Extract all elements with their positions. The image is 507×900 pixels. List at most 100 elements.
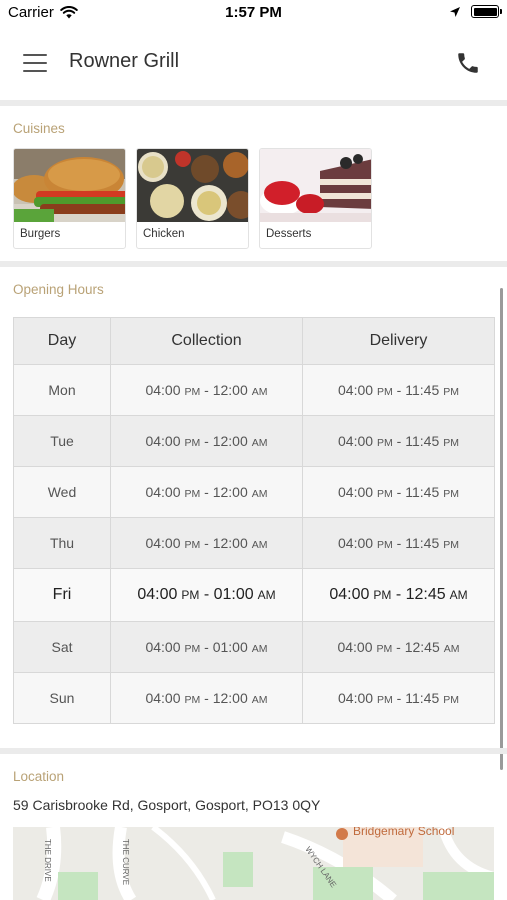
time-period: AM bbox=[449, 588, 468, 602]
map-label-road: THE CURVE bbox=[121, 839, 130, 885]
cuisine-label: Burgers bbox=[20, 228, 61, 240]
collection-hours-cell: 04:00 PM - 12:00 AM bbox=[110, 364, 303, 416]
time-period: PM bbox=[377, 437, 393, 449]
time-period: PM bbox=[184, 694, 201, 706]
time-period: AM bbox=[251, 386, 268, 398]
time-value: 04:00 bbox=[338, 382, 374, 398]
time-separator: - bbox=[391, 586, 406, 603]
cuisine-card-desserts[interactable]: Desserts bbox=[259, 148, 372, 249]
opening-hours-table: Day Collection Delivery Mon 04:00 PM - 12:… bbox=[13, 317, 495, 724]
time-period: PM bbox=[443, 437, 459, 449]
time-value: 11:45 bbox=[405, 433, 440, 449]
collection-hours-cell: 04:00 PM - 01:00 AM bbox=[110, 621, 303, 673]
cuisine-card-burgers[interactable]: Burgers bbox=[13, 148, 126, 249]
time-separator: - bbox=[199, 586, 214, 603]
table-row: Sat 04:00 PM - 01:00 AM 04:00 PM - 12:45 AM bbox=[13, 621, 495, 673]
time-period: PM bbox=[373, 588, 392, 602]
collection-hours-cell: 04:00 PM - 12:00 AM bbox=[110, 415, 303, 467]
day-cell: Tue bbox=[13, 415, 111, 467]
time-value: 12:00 bbox=[212, 535, 248, 551]
time-value: 01:00 bbox=[212, 639, 248, 655]
time-period: PM bbox=[184, 488, 201, 500]
time-value: 11:45 bbox=[405, 382, 440, 398]
time-value: 04:00 bbox=[145, 690, 181, 706]
time-period: PM bbox=[443, 488, 459, 500]
time-period: AM bbox=[251, 437, 268, 449]
time-period: PM bbox=[376, 643, 393, 655]
time-value: 04:00 bbox=[145, 535, 181, 551]
time-value: 04:00 bbox=[338, 433, 374, 449]
status-bar: Carrier 1:57 PM bbox=[0, 0, 507, 28]
time-value: 12:45 bbox=[404, 639, 440, 655]
time-value: 04:00 bbox=[137, 586, 178, 603]
phone-icon[interactable] bbox=[455, 50, 481, 76]
collection-hours-cell: 04:00 PM - 12:00 AM bbox=[110, 672, 303, 724]
delivery-hours-cell: 04:00 PM - 11:45 PM bbox=[302, 517, 495, 569]
time-period: PM bbox=[184, 386, 201, 398]
time-separator: - bbox=[200, 639, 213, 655]
time-period: PM bbox=[377, 539, 393, 551]
page-title: Rowner Grill bbox=[69, 50, 180, 72]
time-separator: - bbox=[200, 484, 213, 500]
delivery-hours-cell: 04:00 PM - 12:45 AM bbox=[302, 568, 495, 622]
status-right bbox=[449, 5, 502, 18]
time-period: PM bbox=[443, 539, 459, 551]
address-text: 59 Carisbrooke Rd, Gosport, Gosport, PO1… bbox=[13, 797, 321, 813]
status-time: 1:57 PM bbox=[225, 4, 282, 21]
divider bbox=[0, 261, 507, 267]
cuisines-list: Burgers Chicken Desserts bbox=[13, 148, 372, 249]
time-period: PM bbox=[377, 694, 393, 706]
day-cell: Fri bbox=[13, 568, 111, 622]
scrollbar[interactable] bbox=[500, 288, 503, 770]
column-header-collection: Collection bbox=[110, 317, 303, 365]
time-period: PM bbox=[184, 643, 201, 655]
day-cell: Sun bbox=[13, 672, 111, 724]
desserts-image bbox=[260, 149, 371, 222]
cuisine-label: Chicken bbox=[143, 228, 185, 240]
table-row: Tue 04:00 PM - 12:00 AM 04:00 PM - 11:45 PM bbox=[13, 415, 495, 467]
table-row: Mon 04:00 PM - 12:00 AM 04:00 PM - 11:45 PM bbox=[13, 364, 495, 416]
delivery-hours-cell: 04:00 PM - 11:45 PM bbox=[302, 364, 495, 416]
time-value: 11:45 bbox=[405, 484, 440, 500]
app-header: Rowner Grill bbox=[0, 28, 507, 100]
hamburger-icon[interactable] bbox=[23, 54, 47, 72]
time-separator: - bbox=[392, 382, 406, 398]
location-heading: Location bbox=[13, 769, 65, 784]
column-header-day: Day bbox=[13, 317, 111, 365]
column-header-delivery: Delivery bbox=[302, 317, 495, 365]
time-period: AM bbox=[251, 643, 268, 655]
day-cell: Wed bbox=[13, 466, 111, 518]
collection-hours-cell: 04:00 PM - 01:00 AM bbox=[110, 568, 303, 622]
opening-hours-body: Mon 04:00 PM - 12:00 AM 04:00 PM - 11:45 PM Tue… bbox=[13, 364, 495, 724]
delivery-hours-cell: 04:00 PM - 12:45 AM bbox=[302, 621, 495, 673]
time-separator: - bbox=[392, 639, 405, 655]
table-row: Wed 04:00 PM - 12:00 AM 04:00 PM - 11:45 PM bbox=[13, 466, 495, 518]
time-separator: - bbox=[200, 690, 213, 706]
map-label-road: THE DRIVE bbox=[43, 839, 52, 882]
time-period: PM bbox=[184, 437, 201, 449]
time-period: PM bbox=[184, 539, 201, 551]
time-period: AM bbox=[443, 643, 460, 655]
time-period: AM bbox=[251, 488, 268, 500]
time-separator: - bbox=[200, 535, 213, 551]
cuisine-card-chicken[interactable]: Chicken bbox=[136, 148, 249, 249]
location-arrow-icon bbox=[450, 6, 460, 17]
time-value: 12:00 bbox=[212, 690, 248, 706]
cuisines-heading: Cuisines bbox=[13, 121, 65, 136]
delivery-hours-cell: 04:00 PM - 11:45 PM bbox=[302, 466, 495, 518]
time-value: 12:00 bbox=[212, 433, 248, 449]
location-map[interactable]: Bridgemary School THE DRIVE THE CURVE WY… bbox=[13, 827, 494, 900]
table-header-row: Day Collection Delivery bbox=[13, 317, 495, 365]
time-value: 04:00 bbox=[338, 535, 374, 551]
time-period: AM bbox=[251, 539, 268, 551]
table-row: Sun 04:00 PM - 12:00 AM 04:00 PM - 11:45 PM bbox=[13, 672, 495, 724]
time-separator: - bbox=[200, 382, 213, 398]
time-separator: - bbox=[392, 535, 406, 551]
time-value: 04:00 bbox=[145, 639, 181, 655]
time-separator: - bbox=[200, 433, 213, 449]
delivery-hours-cell: 04:00 PM - 11:45 PM bbox=[302, 672, 495, 724]
time-value: 04:00 bbox=[337, 639, 373, 655]
day-cell: Mon bbox=[13, 364, 111, 416]
cuisine-label: Desserts bbox=[266, 228, 312, 240]
opening-hours-heading: Opening Hours bbox=[13, 282, 104, 297]
